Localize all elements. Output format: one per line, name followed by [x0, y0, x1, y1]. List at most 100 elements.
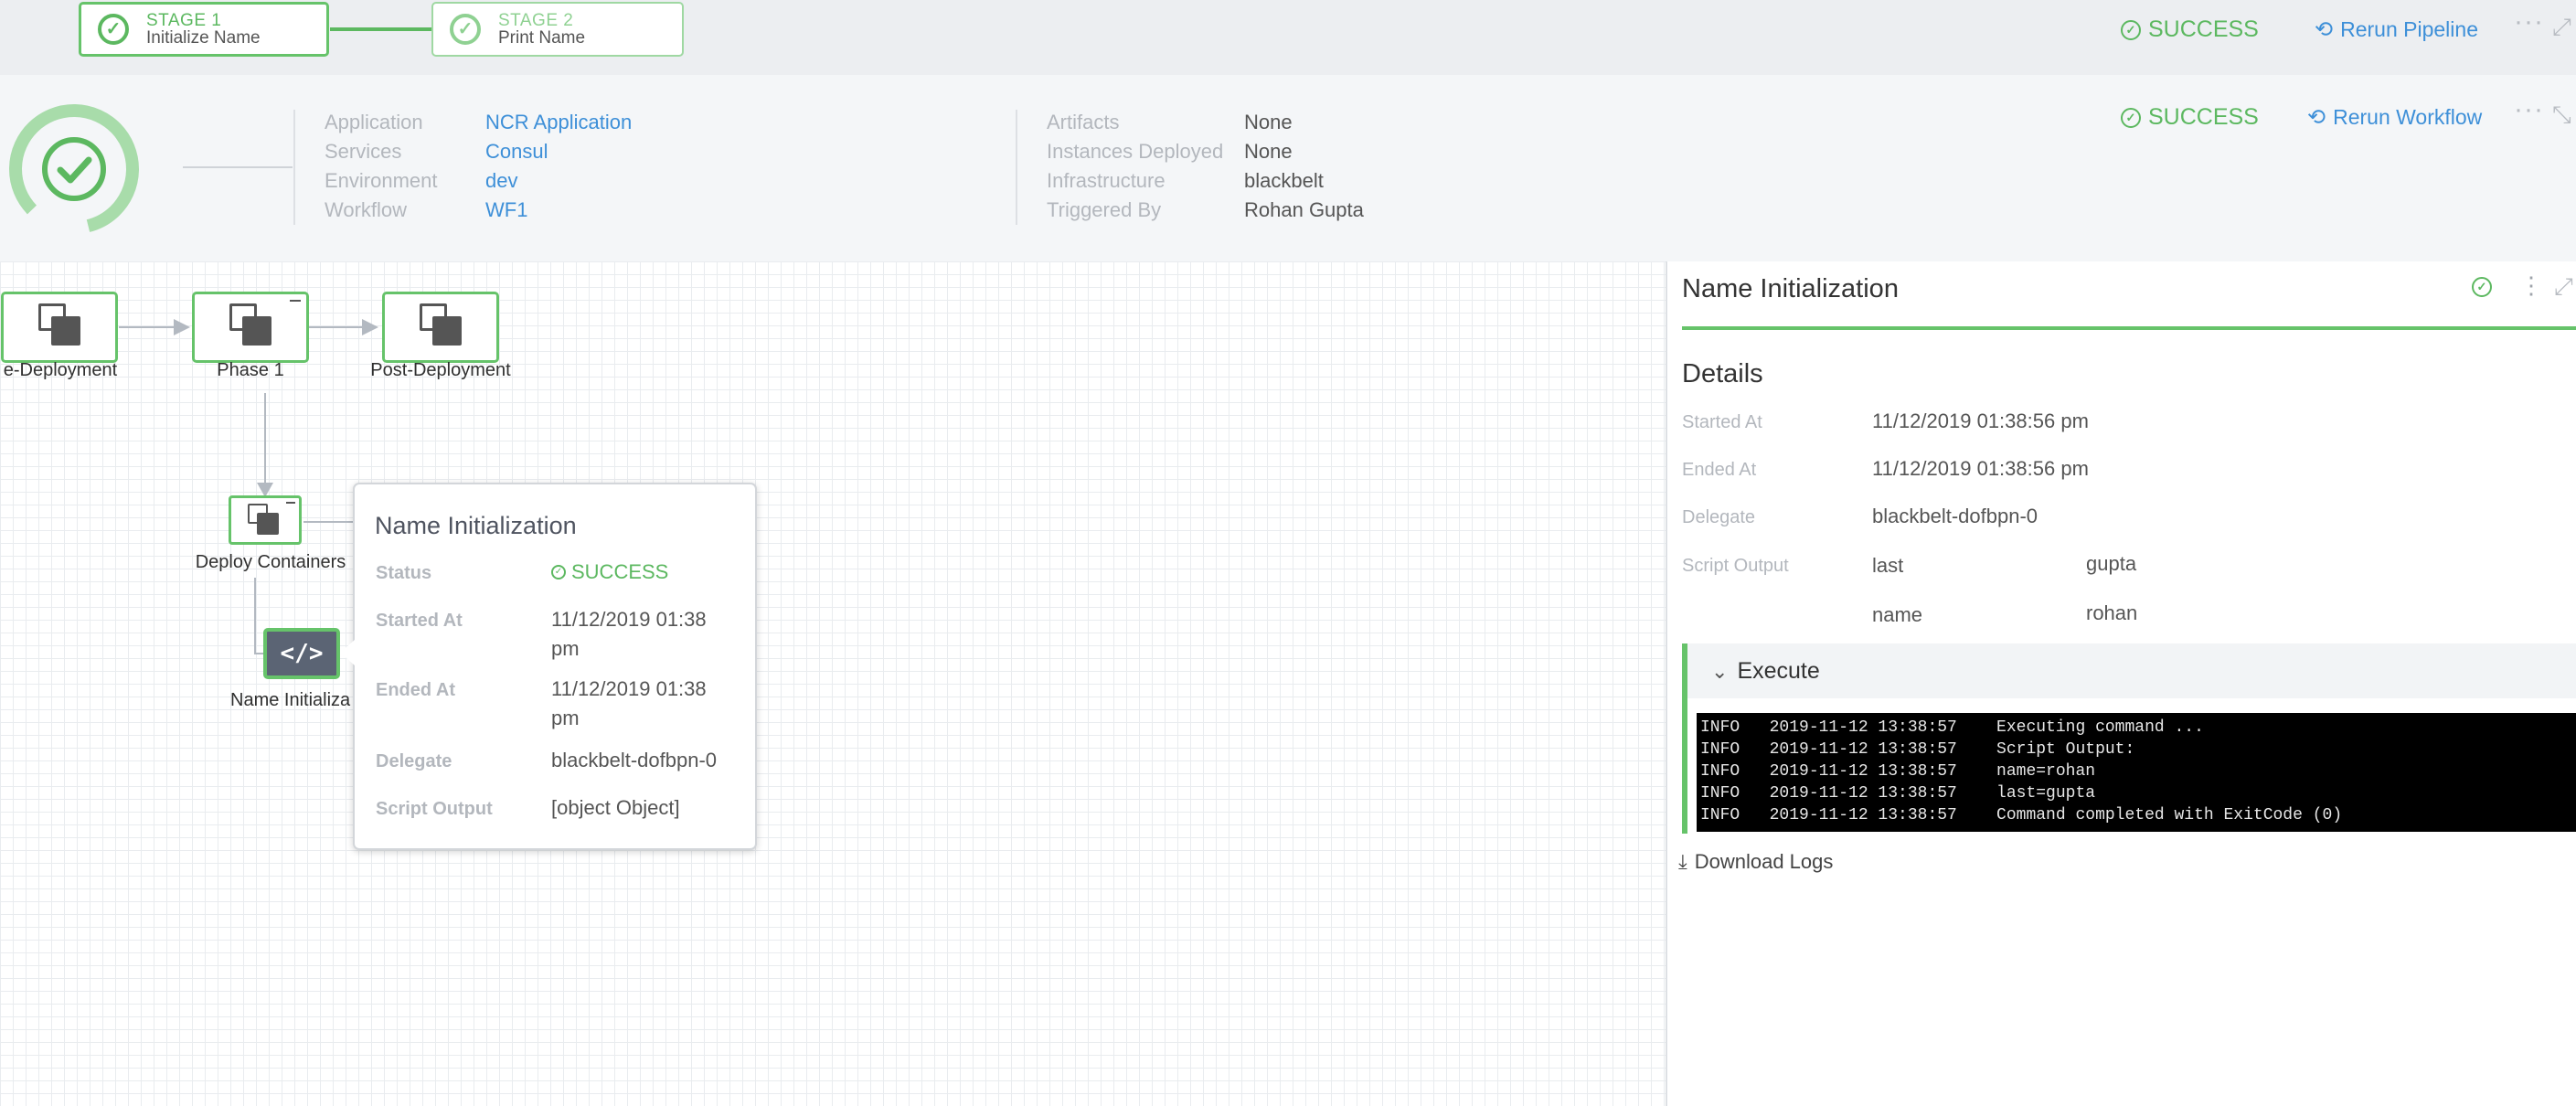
started-at-label: Started At: [1682, 412, 1762, 432]
popover-ended-value-2: pm: [551, 707, 580, 729]
popover-started-value: 11/12/2019 01:38: [551, 608, 707, 631]
environment-label: Environment: [325, 169, 438, 192]
edge: [264, 393, 266, 484]
workflow-status: ✓ SUCCESS: [2121, 104, 2259, 131]
popover-status-label: Status: [376, 563, 432, 583]
pipeline-stage-2[interactable]: ✓ STAGE 2 Print Name: [431, 2, 684, 57]
stage-name: Print Name: [498, 28, 586, 48]
code-icon: </>: [280, 640, 324, 667]
application-label: Application: [325, 111, 423, 133]
details-section-title: Details: [1682, 359, 1763, 388]
panel-expand-icon[interactable]: ⤢: [2554, 272, 2573, 302]
refresh-icon: ⟲: [2307, 105, 2326, 130]
arrow-right-icon: [362, 319, 378, 335]
edge: [119, 326, 176, 328]
edge: [309, 326, 364, 328]
environment-link[interactable]: dev: [485, 169, 517, 193]
details-panel-title: Name Initialization: [1682, 274, 1899, 303]
triggered-by-label: Triggered By: [1047, 198, 1162, 221]
check-circle-icon: ✓: [2121, 107, 2141, 128]
application-link[interactable]: NCR Application: [485, 111, 632, 134]
pipeline-status-text: SUCCESS: [2148, 16, 2259, 42]
delegate-value: blackbelt-dofbpn-0: [1872, 505, 2038, 527]
script-output-value: gupta: [2086, 552, 2137, 575]
infrastructure-label: Infrastructure: [1047, 169, 1166, 192]
popover-script-output-label: Script Output: [376, 799, 493, 819]
panel-title-underline: [1682, 326, 2576, 330]
delegate-label: Delegate: [1682, 507, 1756, 527]
popover-ended-value: 11/12/2019 01:38: [551, 677, 707, 700]
workflow-progress-ring: [9, 104, 139, 234]
started-at-value: 11/12/2019 01:38:56 pm: [1872, 409, 2089, 432]
rerun-pipeline-button[interactable]: ⟲ Rerun Pipeline: [2315, 16, 2478, 43]
rerun-workflow-label: Rerun Workflow: [2333, 105, 2483, 129]
log-line: INFO 2019-11-12 13:38:57 Script Output:: [1700, 740, 2135, 759]
script-output-value: rohan: [2086, 601, 2138, 624]
check-circle-icon: ✓: [2472, 277, 2492, 297]
popover-delegate-label: Delegate: [376, 751, 452, 771]
popover-title: Name Initialization: [375, 512, 577, 539]
workflow-link[interactable]: WF1: [485, 198, 527, 222]
stage-number: STAGE 1: [146, 11, 222, 30]
collapse-icon[interactable]: [286, 502, 295, 504]
download-icon: ⤓: [1678, 850, 1687, 873]
post-deployment-node[interactable]: [382, 292, 499, 363]
stage-connector: [330, 27, 431, 31]
stage-number: STAGE 2: [498, 11, 574, 30]
pipeline-more-icon[interactable]: ···: [2514, 8, 2544, 36]
name-initialization-label: Name Initializa: [230, 690, 351, 710]
phase-1-label: Phase 1: [217, 360, 284, 380]
ended-at-value: 11/12/2019 01:38:56 pm: [1872, 457, 2089, 480]
rerun-workflow-button[interactable]: ⟲ Rerun Workflow: [2307, 104, 2482, 131]
workflow-status-text: SUCCESS: [2148, 104, 2259, 130]
services-label: Services: [325, 140, 402, 163]
divider: [1016, 110, 1017, 225]
workflow-canvas[interactable]: [0, 261, 1666, 1106]
pre-deployment-node[interactable]: [1, 292, 118, 363]
popover-status-text: SUCCESS: [571, 560, 669, 583]
popover-ended-label: Ended At: [376, 680, 456, 700]
workflow-collapse-icon[interactable]: ⤡: [2552, 101, 2571, 130]
deploy-containers-node[interactable]: [229, 495, 302, 545]
phase-1-node[interactable]: [192, 292, 309, 363]
phase-icon: [229, 303, 273, 347]
pipeline-stage-1[interactable]: ✓ STAGE 1 Initialize Name: [79, 2, 329, 57]
phase-icon: [420, 303, 463, 347]
phase-icon: [38, 303, 82, 347]
popover-script-output-value: [object Object]: [551, 796, 680, 819]
chevron-down-icon: ⌄: [1711, 659, 1729, 683]
execute-toggle[interactable]: ⌄ Execute: [1711, 658, 1820, 685]
popover-started-value-2: pm: [551, 637, 580, 660]
name-initialization-node[interactable]: </>: [263, 628, 340, 679]
log-line: INFO 2019-11-12 13:38:57 name=rohan: [1700, 762, 2096, 781]
workflow-more-icon[interactable]: ···: [2514, 96, 2544, 123]
popover-status-value: ✓ SUCCESS: [551, 558, 668, 587]
execute-accent: [1682, 698, 1687, 834]
pipeline-status: ✓ SUCCESS: [2121, 16, 2259, 43]
download-logs-button[interactable]: ⤓ Download Logs: [1678, 850, 1833, 874]
ring-connector: [183, 166, 293, 168]
ended-at-label: Ended At: [1682, 460, 1757, 480]
check-icon: ✓: [450, 14, 481, 45]
collapse-icon[interactable]: [290, 300, 301, 302]
divider: [293, 110, 295, 225]
infrastructure-value: blackbelt: [1244, 169, 1324, 192]
workflow-label: Workflow: [325, 198, 408, 221]
pipeline-expand-icon[interactable]: ⤢: [2552, 13, 2571, 42]
post-deployment-label: Post-Deployment: [370, 360, 511, 380]
edge: [254, 578, 256, 654]
deploy-containers-label: Deploy Containers: [195, 552, 346, 572]
instances-label: Instances Deployed: [1047, 140, 1224, 163]
log-line: INFO 2019-11-12 13:38:57 last=gupta: [1700, 784, 2096, 803]
step-group-icon: [248, 504, 281, 537]
refresh-icon: ⟲: [2315, 17, 2334, 42]
services-link[interactable]: Consul: [485, 140, 548, 164]
artifacts-label: Artifacts: [1047, 111, 1120, 133]
script-output-key: last: [1872, 554, 1904, 577]
popover-delegate-value: blackbelt-dofbpn-0: [551, 749, 718, 771]
artifacts-value: None: [1244, 111, 1293, 133]
popover-caret: [340, 640, 355, 665]
kebab-menu-icon[interactable]: ⋮: [2519, 271, 2543, 300]
download-logs-label: Download Logs: [1694, 850, 1834, 873]
log-terminal: INFO 2019-11-12 13:38:57 Executing comma…: [1697, 713, 2576, 832]
